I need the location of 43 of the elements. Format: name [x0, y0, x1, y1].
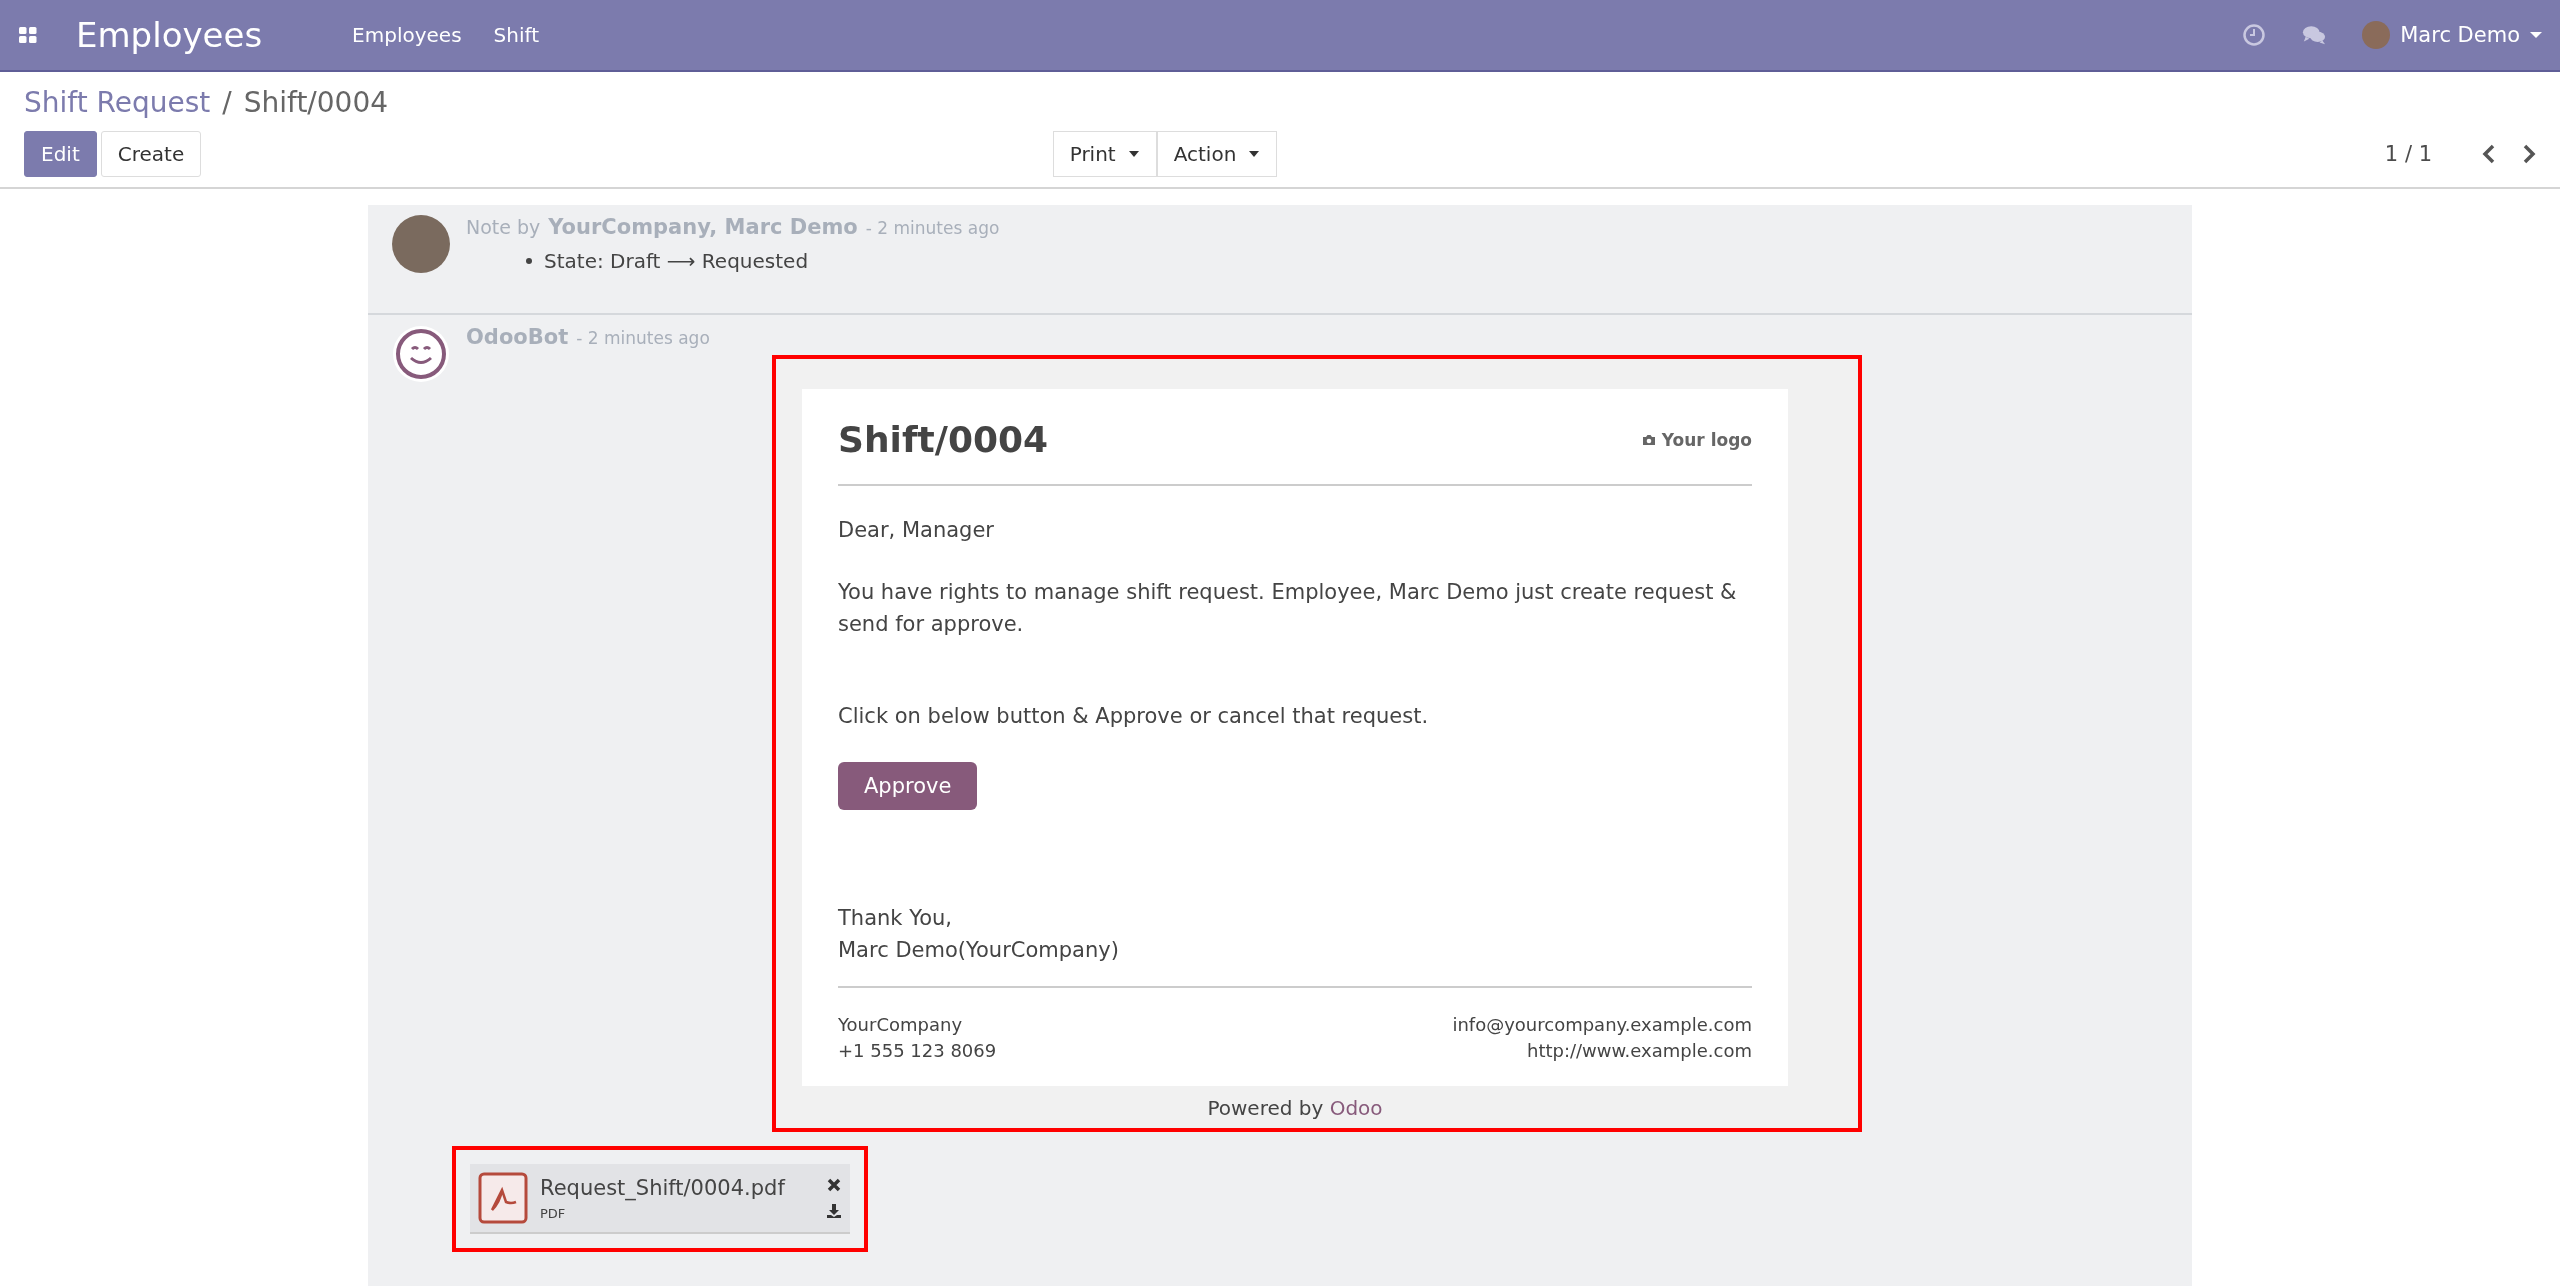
tracking-change: State: Draft ⟶ Requested [544, 249, 809, 273]
email-paragraph: You have rights to manage shift request. Employee, Marc Demo just create request & send for approve. [838, 579, 1738, 638]
previous-icon[interactable] [2482, 144, 2496, 164]
apps-menu-icon[interactable] [18, 25, 38, 45]
dropdown-button[interactable]: Action [1156, 131, 1278, 177]
attachment-card[interactable]: Request_Shift/0004.pdf PDF [470, 1164, 850, 1234]
caret-icon[interactable] [1127, 150, 1140, 158]
message-time: - 2 minutes ago [576, 328, 710, 348]
footer-text: YourCompany [838, 1013, 964, 1037]
create-button[interactable]: Create [100, 131, 202, 177]
breadcrumb-current: Shift/0004 [243, 86, 389, 119]
author-avatar [392, 215, 450, 273]
footer-text: +1 555 123 8069 [838, 1039, 997, 1063]
odoo-link[interactable]: Odoo [1329, 1096, 1383, 1120]
email-paragraph: Click on below button & Approve or cancel that request. [838, 703, 1430, 730]
footer-text: info@yourcompany.example.com [1452, 1013, 1752, 1037]
caret-icon[interactable] [1248, 150, 1261, 158]
closing-line: Thank You, [838, 905, 954, 932]
closing-line: Marc Demo(YourCompany) [838, 937, 1120, 964]
menu-item[interactable]: Employees [352, 23, 462, 47]
breadcrumb-separator: / [222, 86, 232, 119]
app-title: Employees [76, 15, 263, 55]
pdf-file-icon [478, 1172, 528, 1224]
next-icon[interactable] [2522, 144, 2536, 164]
logo-placeholder[interactable]: Your logo [1641, 429, 1752, 450]
dropdown-button[interactable]: Print [1052, 131, 1157, 177]
message-time: - 2 minutes ago [865, 218, 1000, 238]
edit-button[interactable]: Edit [24, 131, 97, 177]
email-title: Shift/0004 [838, 419, 1049, 460]
smiley-avatar-icon [392, 325, 450, 383]
pager-counter: 1 / 1 [2384, 142, 2432, 166]
attachment-type: PDF [540, 1205, 567, 1221]
email-paragraph: Dear, Manager [838, 517, 995, 544]
message-prefix: Note by [466, 216, 541, 238]
approve-button[interactable]: Approve [838, 762, 978, 810]
powered-by-text: Powered by Odoo [1206, 1095, 1384, 1122]
attachment-name[interactable]: Request_Shift/0004.pdf [540, 1175, 814, 1200]
user-name[interactable]: Marc Demo [2400, 23, 2520, 47]
menu-item[interactable]: Shift [493, 23, 540, 47]
breadcrumb-link[interactable]: Shift Request [24, 86, 211, 119]
download-icon[interactable] [826, 1203, 842, 1219]
close-icon[interactable] [826, 1177, 842, 1193]
footer-text: http://www.example.com [1525, 1039, 1752, 1063]
